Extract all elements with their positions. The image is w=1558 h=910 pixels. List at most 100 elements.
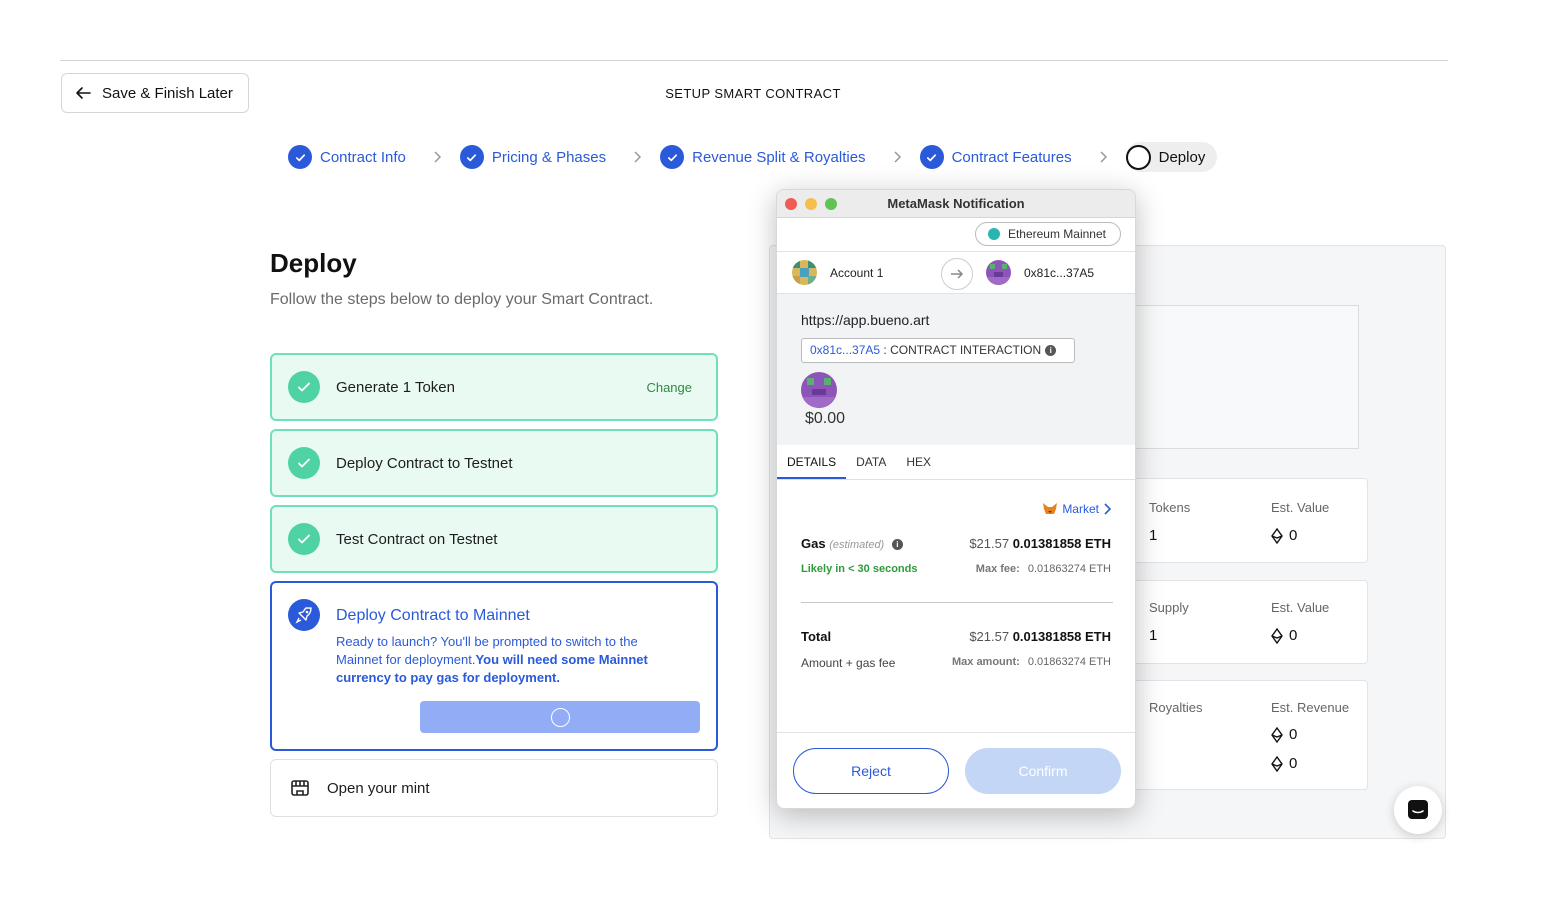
task-label: Generate 1 Token: [336, 378, 455, 396]
tab-data[interactable]: DATA: [846, 445, 896, 479]
step-revenue-split[interactable]: Revenue Split & Royalties: [660, 142, 866, 172]
change-link[interactable]: Change: [646, 380, 692, 395]
task-test-testnet: Test Contract on Testnet: [270, 505, 718, 573]
page-title: SETUP SMART CONTRACT: [665, 86, 841, 101]
total-eth: 0.01381858 ETH: [1012, 629, 1111, 644]
card-label: Est. Revenue: [1271, 700, 1350, 715]
task-description: Ready to launch? You'll be prompted to s…: [336, 633, 686, 687]
transaction-amount: $0.00: [805, 410, 846, 427]
card-label: Supply: [1149, 600, 1189, 615]
gas-market-label: Market: [1062, 502, 1099, 516]
check-circle-icon: [919, 145, 944, 169]
step-label: Contract Features: [951, 148, 1072, 166]
check-circle-icon: [288, 145, 312, 169]
task-label: Open your mint: [327, 779, 430, 797]
arrow-left-icon: [76, 87, 91, 99]
divider: [801, 602, 1113, 603]
collection-image-placeholder: [1120, 305, 1359, 449]
confirm-button[interactable]: Confirm: [965, 748, 1121, 794]
gas-estimated-label: (estimated): [829, 539, 885, 551]
max-fee-row: Max fee: 0.01863274 ETH: [976, 563, 1111, 575]
step-label: Pricing & Phases: [491, 148, 607, 166]
max-amount-row: Max amount: 0.01863274 ETH: [952, 656, 1111, 668]
from-account: Account 1: [830, 266, 884, 280]
est-value-number: 0: [1289, 627, 1298, 644]
total-label: Total: [801, 629, 832, 644]
step-label: Deploy: [1158, 148, 1206, 166]
to-account: 0x81c...37A5: [1024, 266, 1095, 280]
contract-address: 0x81c...37A5: [810, 343, 881, 357]
tab-hex[interactable]: HEX: [896, 445, 941, 479]
task-label: Test Contract on Testnet: [336, 530, 498, 548]
rocket-icon: [288, 599, 320, 631]
account-avatar-icon: [792, 260, 817, 285]
max-amount-label: Max amount:: [951, 656, 1020, 668]
gas-usd: $21.57: [969, 536, 1010, 551]
section-subtitle: Follow the steps below to deploy your Sm…: [270, 291, 654, 308]
gas-speed-estimate: Likely in < 30 seconds: [801, 563, 918, 575]
task-open-mint[interactable]: Open your mint: [270, 759, 718, 817]
max-fee-label: Max fee:: [975, 563, 1020, 575]
est-revenue-number: 0: [1289, 726, 1298, 743]
card-label: Tokens: [1149, 500, 1191, 515]
eth-icon: [1271, 627, 1283, 644]
info-icon: i: [1045, 345, 1057, 357]
amount-gas-label: Amount + gas fee: [801, 656, 896, 670]
save-finish-later-label: Save & Finish Later: [102, 84, 233, 102]
info-icon: i: [891, 539, 903, 551]
task-title: Deploy Contract to Mainnet: [336, 607, 530, 624]
summary-card-supply: Supply Est. Value 1 0: [1120, 580, 1368, 664]
details-tabs: DETAILS DATA HEX: [777, 445, 1135, 480]
eth-icon: [1271, 527, 1283, 544]
check-circle-icon: [288, 371, 320, 403]
check-circle-icon: [459, 145, 484, 169]
task-deploy-mainnet: Deploy Contract to Mainnet Ready to laun…: [270, 581, 718, 751]
est-value: 0: [1271, 527, 1297, 544]
chevron-right-icon: [894, 151, 901, 163]
network-selector[interactable]: Ethereum Mainnet: [974, 222, 1121, 246]
max-fee-value: 0.01863274 ETH: [1027, 563, 1111, 575]
contract-interaction-pill[interactable]: 0x81c...37A5 : CONTRACT INTERACTION i: [801, 338, 1075, 363]
network-name: Ethereum Mainnet: [1007, 227, 1106, 241]
network-status-icon: [987, 228, 1000, 240]
card-label: Royalties: [1149, 700, 1203, 715]
est-revenue: 0: [1271, 755, 1297, 772]
total-value-row: $21.57 0.01381858 ETH: [969, 629, 1111, 644]
chevron-right-icon: [634, 151, 642, 163]
step-deploy[interactable]: Deploy: [1125, 142, 1218, 172]
est-value: 0: [1271, 627, 1297, 644]
deploy-mainnet-button[interactable]: [420, 701, 700, 733]
origin-url: https://app.bueno.art: [801, 312, 930, 328]
account-bar: Account 1 0x81c...37A5: [777, 251, 1135, 294]
contract-interaction-label: : CONTRACT INTERACTION: [880, 343, 1042, 357]
section-title: Deploy: [270, 248, 357, 278]
chat-icon: [1408, 800, 1428, 819]
loading-spinner-icon: [550, 707, 570, 727]
stepper: Contract Info Pricing & Phases Revenue S…: [288, 142, 1218, 172]
chevron-right-icon: [434, 151, 441, 163]
total-usd: $21.57: [969, 629, 1010, 644]
chat-launcher-button[interactable]: [1394, 786, 1442, 834]
total-label-row: Total: [801, 629, 831, 644]
step-contract-features[interactable]: Contract Features: [919, 142, 1072, 172]
window-titlebar: MetaMask Notification: [777, 190, 1135, 218]
max-amount-value: 0.01863274 ETH: [1027, 656, 1111, 668]
footer-divider: [777, 732, 1135, 733]
summary-card-tokens: Tokens Est. Value 1 0: [1120, 478, 1368, 563]
gas-label: Gas: [801, 536, 826, 551]
task-generate-token: Generate 1 Token Change: [270, 353, 718, 421]
empty-circle-icon: [1125, 144, 1151, 170]
reject-button[interactable]: Reject: [793, 748, 949, 794]
contract-identicon-icon: [801, 372, 837, 408]
step-pricing-phases[interactable]: Pricing & Phases: [459, 142, 607, 172]
gas-market-selector[interactable]: Market: [1042, 502, 1111, 516]
task-deploy-testnet: Deploy Contract to Testnet: [270, 429, 718, 497]
summary-card-royalties: Royalties Est. Revenue 0 0: [1120, 680, 1368, 790]
tab-details[interactable]: DETAILS: [777, 445, 847, 479]
step-contract-info[interactable]: Contract Info: [288, 142, 406, 172]
est-revenue: 0: [1271, 726, 1297, 743]
save-finish-later-button[interactable]: Save & Finish Later: [61, 73, 249, 113]
eth-icon: [1271, 726, 1283, 743]
eth-icon: [1271, 755, 1283, 772]
check-circle-icon: [288, 447, 320, 479]
